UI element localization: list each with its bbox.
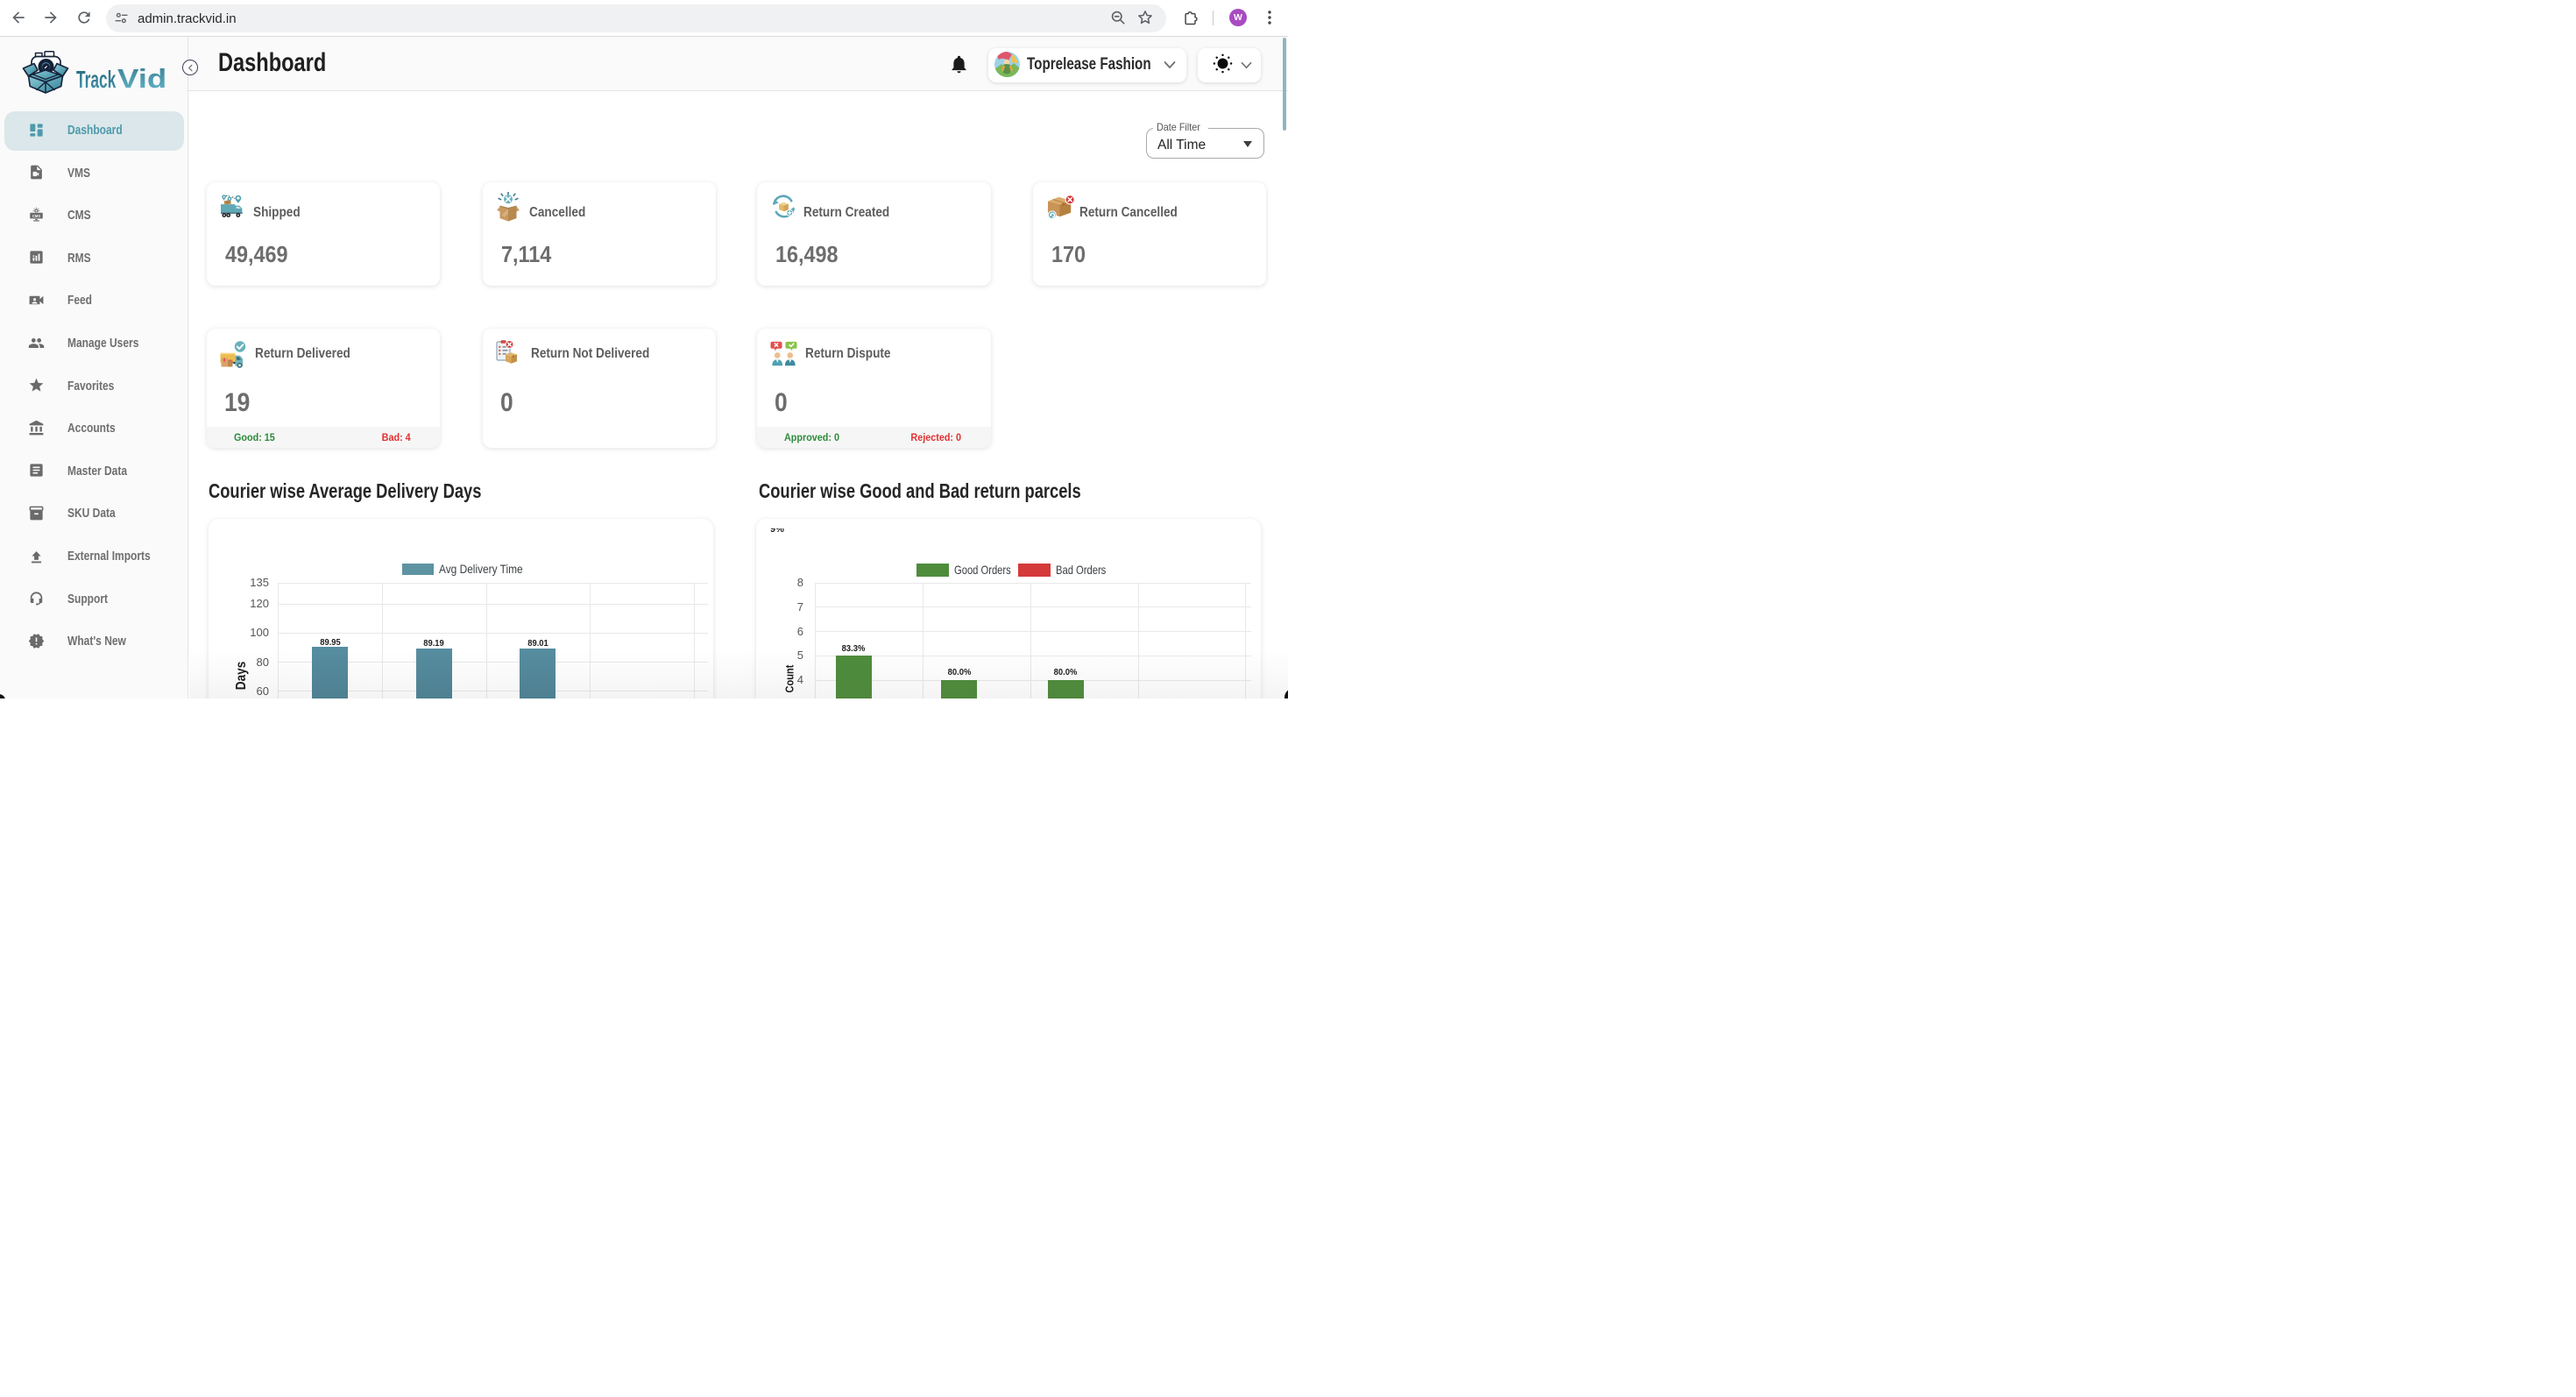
svg-text:CMS: CMS <box>32 214 40 218</box>
